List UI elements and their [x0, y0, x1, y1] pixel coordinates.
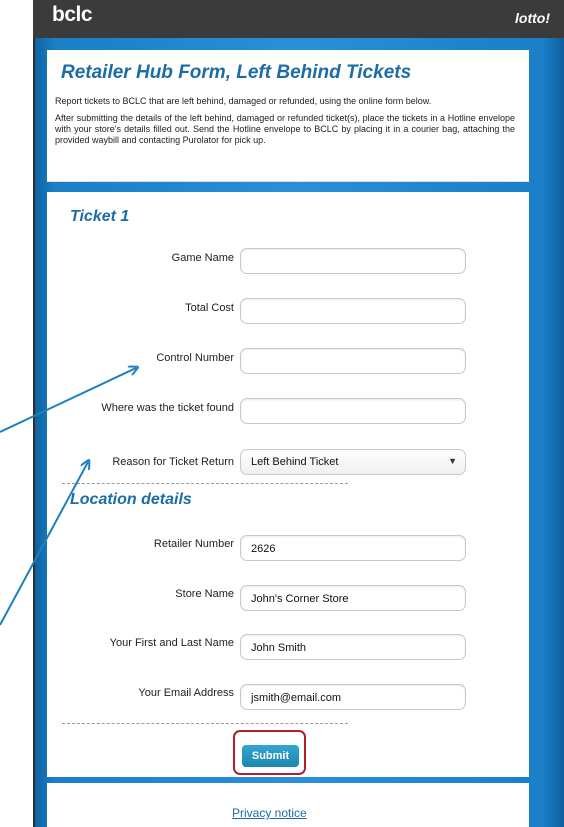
- arrow-to-control-number: [0, 368, 136, 433]
- annotation-arrows: [0, 0, 564, 626]
- page-root: bclc lotto! Retailer Hub Form, Left Behi…: [0, 0, 564, 827]
- arrow-to-reason: [0, 462, 88, 626]
